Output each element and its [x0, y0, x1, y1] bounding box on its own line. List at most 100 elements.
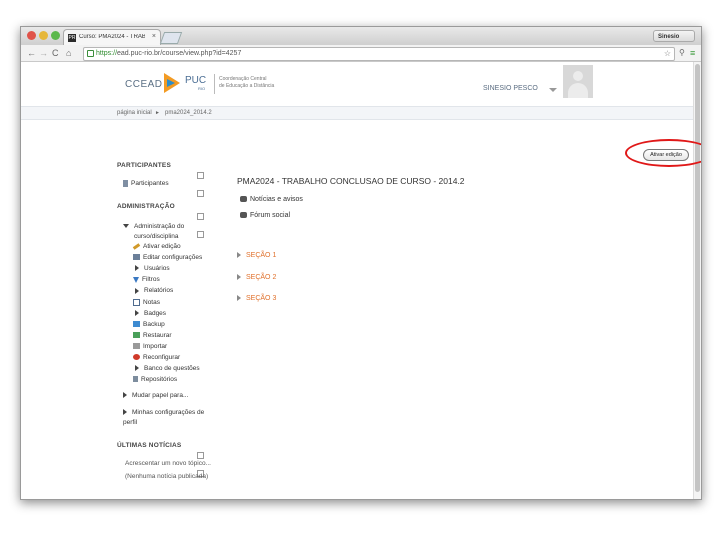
section-2-label: SEÇÃO 2 — [246, 274, 277, 281]
admin-item[interactable]: Restaurar — [133, 332, 172, 339]
page: CCEAD PUC RIO Coordenação Central de Edu… — [21, 62, 701, 499]
expand-icon — [135, 309, 139, 316]
expand-icon — [135, 287, 139, 294]
admin-item[interactable]: Editar configurações — [133, 254, 202, 261]
admin-item[interactable]: Ativar edição — [132, 243, 181, 250]
favicon-icon: PR — [68, 34, 76, 42]
browser-toolbar: ← → C ⌂ https:// ead.puc-rio.br/course/v… — [21, 45, 701, 62]
admin-item-label: Badges — [144, 309, 167, 317]
admin-block-title: ADMINISTRAÇÃO — [117, 203, 175, 210]
page-scrollbar[interactable] — [693, 62, 701, 499]
profile-settings-label-1: Minhas configurações de — [132, 409, 205, 416]
close-window-button[interactable] — [27, 31, 36, 40]
tab-title: Curso: PMA2024 - TRABA — [79, 34, 145, 40]
search-icon[interactable]: ⚲ — [679, 47, 685, 59]
lock-icon — [87, 50, 94, 57]
forum-icon — [240, 196, 247, 203]
admin-item-label: Banco de questões — [144, 365, 200, 373]
admin-item-label: Backup — [143, 320, 165, 328]
repository-icon — [133, 376, 138, 383]
add-new-topic-link[interactable]: Acrescentar um novo tópico... — [125, 460, 211, 467]
admin-item[interactable]: Banco de questões — [133, 365, 200, 372]
section-3[interactable]: SEÇÃO 3 — [237, 295, 276, 302]
reload-icon[interactable]: C — [52, 47, 59, 59]
breadcrumb-home[interactable]: página inicial — [117, 107, 152, 119]
admin-item-label: Usuários — [144, 265, 170, 273]
tab-close-icon[interactable]: × — [152, 33, 156, 40]
user-menu-chevron-down-icon[interactable] — [549, 88, 557, 92]
news-forum-link[interactable]: Notícias e avisos — [240, 196, 303, 203]
home-icon[interactable]: ⌂ — [66, 47, 71, 59]
course-title: PMA2024 - TRABALHO CONCLUSAO DE CURSO - … — [237, 176, 465, 186]
admin-item[interactable]: Importar — [133, 343, 167, 350]
url-scheme: https:// — [96, 50, 118, 57]
menu-icon[interactable]: ≡ — [690, 47, 695, 59]
expand-icon — [237, 295, 241, 302]
new-tab-button[interactable] — [159, 32, 183, 44]
avatar-body — [568, 83, 588, 98]
backup-icon — [133, 320, 140, 327]
admin-item-label: Editar configurações — [143, 254, 203, 262]
admin-item-label: Repositórios — [141, 376, 178, 384]
admin-item[interactable]: Repositórios — [133, 376, 177, 383]
sidebar-item-profile-settings[interactable]: Minhas configurações de — [123, 409, 204, 416]
scrollbar-thumb[interactable] — [695, 64, 700, 492]
admin-item-label: Restaurar — [143, 331, 172, 339]
profile-settings-label-2[interactable]: perfil — [123, 419, 137, 426]
news-block-controls[interactable] — [197, 446, 210, 477]
sidebar-item-participants[interactable]: Participantes — [123, 180, 169, 187]
course-admin-label-1: Administração do — [134, 223, 185, 230]
admin-item[interactable]: Usuários — [133, 265, 170, 272]
participants-block-controls[interactable] — [197, 166, 210, 197]
admin-item[interactable]: Filtros — [133, 276, 160, 283]
grades-icon — [133, 298, 140, 306]
admin-item[interactable]: Reconfigurar — [133, 354, 180, 361]
admin-item-label: Relatórios — [144, 287, 174, 295]
breadcrumb: página inicial ► pma2024_2014.2 — [21, 106, 701, 120]
avatar[interactable] — [563, 65, 593, 98]
sidebar-item-switch-role[interactable]: Mudar papel para... — [123, 392, 188, 399]
logo-rio: RIO — [198, 86, 206, 91]
admin-item[interactable]: Badges — [133, 310, 166, 317]
url-text: ead.puc-rio.br/course/view.php?id=4257 — [117, 50, 242, 57]
back-icon[interactable]: ← — [27, 47, 36, 59]
user-name[interactable]: SINESIO PESCO — [483, 85, 538, 92]
browser-titlebar: PR Curso: PMA2024 - TRABA × Sinesio — [21, 27, 701, 46]
admin-item[interactable]: Backup — [133, 321, 165, 328]
section-2[interactable]: SEÇÃO 2 — [237, 274, 276, 281]
course-admin-label-2[interactable]: curso/disciplina — [134, 233, 178, 240]
admin-item-label: Filtros — [142, 276, 160, 284]
breadcrumb-separator-icon: ► — [155, 110, 160, 116]
logo-puc: PUC — [185, 75, 207, 86]
profile-chip[interactable]: Sinesio — [653, 30, 695, 42]
filter-icon — [133, 276, 139, 283]
address-bar[interactable]: https:// ead.puc-rio.br/course/view.php?… — [83, 47, 675, 61]
forward-icon[interactable]: → — [39, 47, 48, 59]
avatar-head — [573, 71, 583, 81]
settings-icon — [133, 254, 140, 261]
social-forum-link[interactable]: Fórum social — [240, 212, 290, 219]
section-1[interactable]: SEÇÃO 1 — [237, 252, 276, 259]
admin-block-controls[interactable] — [197, 207, 210, 238]
collapse-icon — [123, 224, 129, 229]
expand-icon — [123, 409, 127, 416]
browser-window: PR Curso: PMA2024 - TRABA × Sinesio ← → … — [20, 26, 702, 500]
sidebar-item-course-admin[interactable]: Administração do — [123, 223, 184, 230]
logo-divider — [214, 74, 215, 94]
admin-item[interactable]: Relatórios — [133, 287, 173, 294]
users-icon — [123, 180, 128, 187]
switch-role-label: Mudar papel para... — [132, 392, 189, 399]
news-forum-label: Notícias e avisos — [250, 196, 303, 203]
breadcrumb-course[interactable]: pma2024_2014.2 — [165, 107, 212, 119]
admin-item-label: Ativar edição — [143, 243, 181, 250]
coord-line1: Coordenação Central — [219, 76, 267, 82]
forum-icon — [240, 212, 247, 219]
annotation-circle — [625, 139, 701, 167]
zoom-window-button[interactable] — [51, 31, 60, 40]
reset-icon — [133, 354, 140, 361]
minimize-window-button[interactable] — [39, 31, 48, 40]
site-header: CCEAD PUC RIO Coordenação Central de Edu… — [21, 62, 701, 106]
browser-tab[interactable]: PR Curso: PMA2024 - TRABA × — [63, 29, 161, 46]
bookmark-star-icon[interactable]: ☆ — [664, 48, 671, 60]
admin-item[interactable]: Notas — [133, 298, 160, 306]
